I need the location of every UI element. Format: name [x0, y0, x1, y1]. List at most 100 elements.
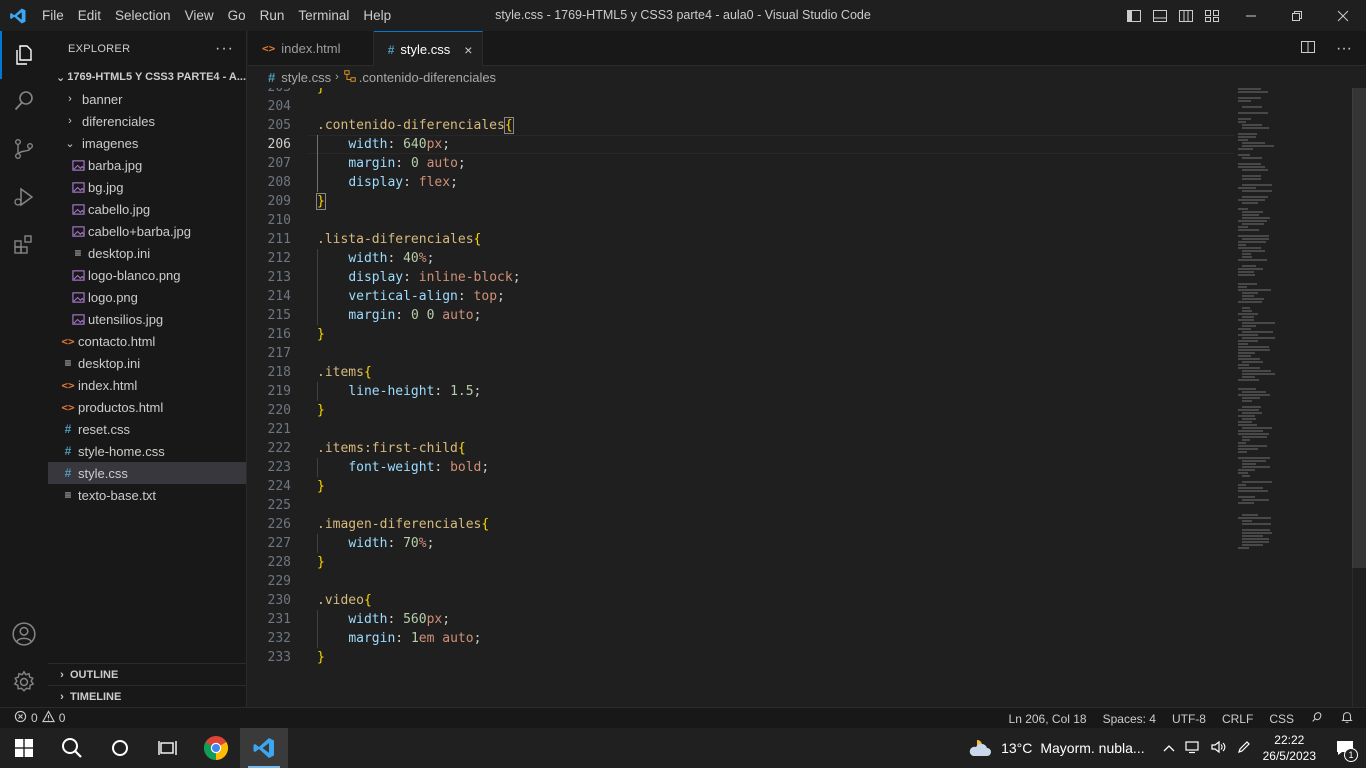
file-item[interactable]: <> productos.html	[48, 396, 246, 418]
code-line[interactable]: 212 width: 40%;	[248, 249, 1248, 268]
code-line[interactable]: 217	[248, 344, 1248, 363]
file-item[interactable]: bg.jpg	[48, 176, 246, 198]
pen-icon[interactable]	[1237, 740, 1251, 757]
code-line[interactable]: 225	[248, 496, 1248, 515]
chrome-icon[interactable]	[192, 728, 240, 768]
toggle-panel-icon[interactable]	[1152, 8, 1168, 24]
code-line[interactable]: 208 display: flex;	[248, 173, 1248, 192]
weather-widget[interactable]: 13°C Mayorm. nubla...	[967, 736, 1163, 761]
file-item[interactable]: barba.jpg	[48, 154, 246, 176]
code-line[interactable]: 215 margin: 0 0 auto;	[248, 306, 1248, 325]
code-line[interactable]: 220}	[248, 401, 1248, 420]
folder-item[interactable]: › diferenciales	[48, 110, 246, 132]
settings-gear-icon[interactable]	[0, 658, 48, 706]
code-line[interactable]: 227 width: 70%;	[248, 534, 1248, 553]
code-line[interactable]: 229	[248, 572, 1248, 591]
menu-go[interactable]: Go	[221, 0, 253, 31]
end-of-line[interactable]: CRLF	[1222, 712, 1253, 726]
code-line[interactable]: 233}	[248, 648, 1248, 667]
menu-file[interactable]: File	[35, 0, 71, 31]
menu-selection[interactable]: Selection	[108, 0, 178, 31]
code-line[interactable]: 226 .imagen-diferenciales{	[248, 515, 1248, 534]
cursor-position[interactable]: Ln 206, Col 18	[1009, 712, 1087, 726]
file-item[interactable]: logo.png	[48, 286, 246, 308]
code-line[interactable]: 222 .items:first-child{	[248, 439, 1248, 458]
code-line[interactable]: 219 line-height: 1.5;	[248, 382, 1248, 401]
notifications-bell-icon[interactable]	[1340, 710, 1354, 727]
code-line[interactable]: 216}	[248, 325, 1248, 344]
code-line[interactable]: 232 margin: 1em auto;	[248, 629, 1248, 648]
search-icon[interactable]	[48, 728, 96, 768]
menu-edit[interactable]: Edit	[71, 0, 108, 31]
tab-style-css[interactable]: # style.css ×	[373, 31, 484, 67]
folder-item[interactable]: ⌄ imagenes	[48, 132, 246, 154]
code-line[interactable]: 204	[248, 97, 1248, 116]
restore-icon[interactable]	[1274, 0, 1320, 31]
menu-run[interactable]: Run	[253, 0, 292, 31]
account-icon[interactable]	[0, 610, 48, 658]
cortana-icon[interactable]	[96, 728, 144, 768]
volume-icon[interactable]	[1211, 740, 1227, 757]
code-line[interactable]: 211 .lista-diferenciales{	[248, 230, 1248, 249]
customize-layout-icon[interactable]	[1204, 8, 1220, 24]
code-line[interactable]: 230 .video{	[248, 591, 1248, 610]
file-item[interactable]: cabello+barba.jpg	[48, 220, 246, 242]
indentation[interactable]: Spaces: 4	[1103, 712, 1156, 726]
close-tab-icon[interactable]: ×	[464, 42, 472, 58]
encoding[interactable]: UTF-8	[1172, 712, 1206, 726]
minimap[interactable]	[1234, 88, 1338, 707]
more-actions-icon[interactable]: ···	[215, 40, 234, 58]
file-item[interactable]: ≡ desktop.ini	[48, 352, 246, 374]
timeline-section[interactable]: › TIMELINE	[48, 685, 247, 707]
minimize-icon[interactable]	[1228, 0, 1274, 31]
vscode-taskbar-icon[interactable]	[240, 728, 288, 768]
file-item[interactable]: <> contacto.html	[48, 330, 246, 352]
toggle-secondary-sidebar-icon[interactable]	[1178, 8, 1194, 24]
menu-help[interactable]: Help	[356, 0, 398, 31]
code-line[interactable]: 210	[248, 211, 1248, 230]
close-window-icon[interactable]	[1320, 0, 1366, 31]
code-editor[interactable]: 203}204205.contenido-diferenciales{206 w…	[248, 88, 1366, 707]
extensions-icon[interactable]	[0, 221, 48, 269]
code-line[interactable]: 205 .contenido-diferenciales{	[248, 116, 1248, 135]
file-item[interactable]: logo-blanco.png	[48, 264, 246, 286]
outline-section[interactable]: › OUTLINE	[48, 663, 247, 685]
code-line[interactable]: 228}	[248, 553, 1248, 572]
vertical-scrollbar-thumb[interactable]	[1352, 88, 1366, 568]
code-line[interactable]: 231 width: 560px;	[248, 610, 1248, 629]
file-item[interactable]: # style-home.css	[48, 440, 246, 462]
language-mode[interactable]: CSS	[1269, 712, 1294, 726]
code-line[interactable]: 214 vertical-align: top;	[248, 287, 1248, 306]
windows-start-icon[interactable]	[0, 728, 48, 768]
file-item[interactable]: <> index.html	[48, 374, 246, 396]
network-icon[interactable]	[1185, 740, 1201, 757]
code-line[interactable]: 206 width: 640px;	[248, 135, 1248, 154]
toggle-primary-sidebar-icon[interactable]	[1126, 8, 1142, 24]
chevron-up-icon[interactable]	[1163, 741, 1175, 756]
menu-view[interactable]: View	[178, 0, 221, 31]
task-view-icon[interactable]	[144, 728, 192, 768]
code-line[interactable]: 218 .items{	[248, 363, 1248, 382]
split-editor-icon[interactable]	[1300, 39, 1316, 58]
search-icon[interactable]	[0, 77, 48, 125]
tab-index-html[interactable]: <> index.html ×	[248, 31, 374, 66]
file-item[interactable]: ≡ texto-base.txt	[48, 484, 246, 506]
file-item[interactable]: ≡ desktop.ini	[48, 242, 246, 264]
file-item[interactable]: # style.css	[48, 462, 246, 484]
problems-indicator[interactable]: 0 0	[0, 710, 65, 726]
code-line[interactable]: 209}	[248, 192, 1248, 211]
code-line[interactable]: 224}	[248, 477, 1248, 496]
file-item[interactable]: # reset.css	[48, 418, 246, 440]
feedback-icon[interactable]	[1310, 710, 1324, 727]
breadcrumb-symbol[interactable]: .contenido-diferenciales	[359, 70, 496, 85]
clock[interactable]: 22:22 26/5/2023	[1263, 732, 1330, 764]
code-line[interactable]: 207 margin: 0 auto;	[248, 154, 1248, 173]
explorer-icon[interactable]	[0, 31, 48, 79]
folder-item[interactable]: › banner	[48, 88, 246, 110]
source-control-icon[interactable]	[0, 125, 48, 173]
run-debug-icon[interactable]	[0, 173, 48, 221]
menu-terminal[interactable]: Terminal	[291, 0, 356, 31]
breadcrumb-file[interactable]: style.css	[281, 70, 331, 85]
file-item[interactable]: cabello.jpg	[48, 198, 246, 220]
action-center-icon[interactable]: 1	[1330, 728, 1360, 768]
